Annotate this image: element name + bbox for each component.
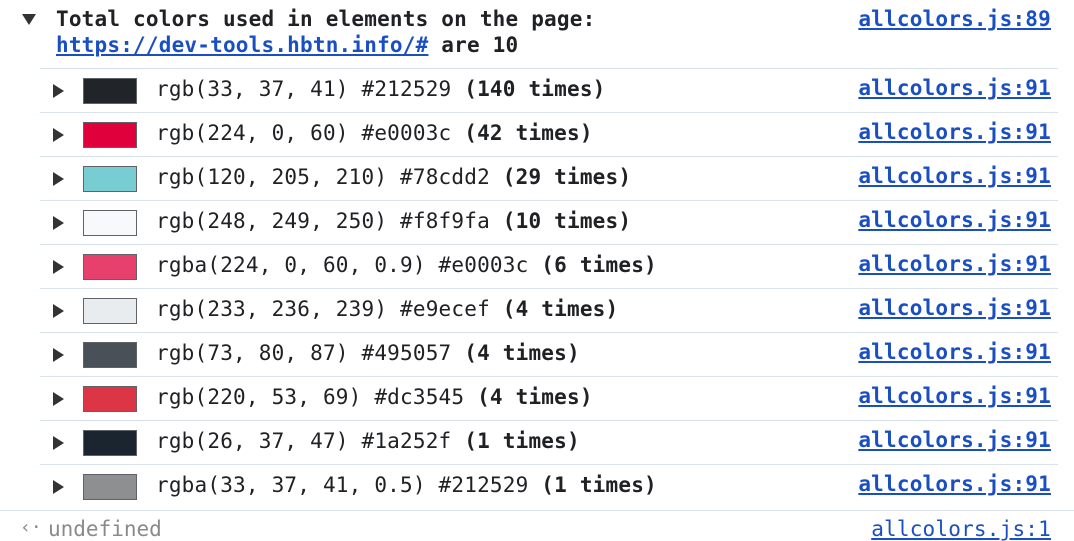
expand-triangle-icon[interactable] xyxy=(53,260,64,274)
source-link[interactable]: allcolors.js:91 xyxy=(858,252,1051,276)
color-value: rgb(248, 249, 250) #f8f9fa xyxy=(156,209,503,233)
color-value: rgb(120, 205, 210) #78cdd2 xyxy=(156,165,503,189)
expand-triangle-icon[interactable] xyxy=(53,436,64,450)
color-text: rgb(120, 205, 210) #78cdd2 (29 times) xyxy=(156,165,631,189)
color-value: rgb(73, 80, 87) #495057 xyxy=(156,341,465,365)
color-row[interactable]: rgb(26, 37, 47) #1a252f (1 times) allcolo… xyxy=(40,420,1058,464)
console-group-header[interactable]: Total colors used in elements on the pag… xyxy=(0,0,1074,68)
expand-triangle-icon[interactable] xyxy=(53,304,64,318)
expand-triangle-icon[interactable] xyxy=(53,84,64,98)
color-swatch xyxy=(83,342,137,368)
color-value: rgba(33, 37, 41, 0.5) #212529 xyxy=(156,473,542,497)
color-value: rgb(26, 37, 47) #1a252f xyxy=(156,429,465,453)
color-text: rgb(248, 249, 250) #f8f9fa (10 times) xyxy=(156,209,631,233)
return-value-icon: ‹· xyxy=(20,517,42,538)
expand-triangle-icon[interactable] xyxy=(53,216,64,230)
source-link[interactable]: allcolors.js:91 xyxy=(858,164,1051,188)
color-text: rgba(33, 37, 41, 0.5) #212529 (1 times) xyxy=(156,473,657,497)
color-row[interactable]: rgb(233, 236, 239) #e9ecef (4 times) allc… xyxy=(40,288,1058,332)
source-link[interactable]: allcolors.js:91 xyxy=(858,208,1051,232)
color-swatch xyxy=(83,254,137,280)
source-link[interactable]: allcolors.js:91 xyxy=(858,120,1051,144)
color-swatch xyxy=(83,122,137,148)
expand-triangle-icon[interactable] xyxy=(53,128,64,142)
color-count: (29 times) xyxy=(502,165,632,189)
color-swatch xyxy=(83,210,137,236)
color-count: (4 times) xyxy=(502,297,619,321)
color-text: rgb(26, 37, 47) #1a252f (1 times) xyxy=(156,429,580,453)
color-row[interactable]: rgb(220, 53, 69) #dc3545 (4 times) allcol… xyxy=(40,376,1058,420)
source-link[interactable]: allcolors.js:91 xyxy=(858,296,1051,320)
page-url-link[interactable]: https://dev-tools.hbtn.info/# xyxy=(56,33,428,57)
color-count: (6 times) xyxy=(541,253,657,277)
color-value: rgb(224, 0, 60) #e0003c xyxy=(156,121,465,145)
color-text: rgb(220, 53, 69) #dc3545 (4 times) xyxy=(156,385,593,409)
color-value: rgba(224, 0, 60, 0.9) #e0003c xyxy=(156,253,542,277)
color-row[interactable]: rgb(33, 37, 41) #212529 (140 times) allco… xyxy=(40,68,1058,112)
group-title-suffix: are 10 xyxy=(428,33,519,57)
color-value: rgb(220, 53, 69) #dc3545 xyxy=(156,385,478,409)
color-row[interactable]: rgb(73, 80, 87) #495057 (4 times) allcolo… xyxy=(40,332,1058,376)
source-link[interactable]: allcolors.js:91 xyxy=(858,384,1051,408)
color-text: rgb(73, 80, 87) #495057 (4 times) xyxy=(156,341,580,365)
source-link[interactable]: allcolors.js:91 xyxy=(858,340,1051,364)
color-count: (1 times) xyxy=(464,429,580,453)
color-swatch xyxy=(83,474,137,500)
color-row[interactable]: rgb(248, 249, 250) #f8f9fa (10 times) all… xyxy=(40,200,1058,244)
collapse-triangle-icon[interactable] xyxy=(22,14,36,25)
color-text: rgb(233, 236, 239) #e9ecef (4 times) xyxy=(156,297,618,321)
color-row[interactable]: rgba(33, 37, 41, 0.5) #212529 (1 times) a… xyxy=(40,464,1058,508)
source-link[interactable]: allcolors.js:91 xyxy=(858,76,1051,100)
color-row[interactable]: rgb(120, 205, 210) #78cdd2 (29 times) all… xyxy=(40,156,1058,200)
expand-triangle-icon[interactable] xyxy=(53,348,64,362)
color-swatch xyxy=(83,386,137,412)
group-title-line1: Total colors used in elements on the pag… xyxy=(56,7,596,31)
color-swatch xyxy=(83,78,137,104)
color-text: rgb(33, 37, 41) #212529 (140 times) xyxy=(156,77,606,101)
console-result-row: ‹· undefined allcolors.js:1 xyxy=(0,510,1074,541)
color-count: (4 times) xyxy=(464,341,580,365)
color-swatch xyxy=(83,166,137,192)
source-link[interactable]: allcolors.js:1 xyxy=(871,517,1051,541)
return-value: undefined xyxy=(48,517,162,541)
color-text: rgba(224, 0, 60, 0.9) #e0003c (6 times) xyxy=(156,253,657,277)
color-count: (4 times) xyxy=(477,385,593,409)
color-row[interactable]: rgb(224, 0, 60) #e0003c (42 times) allcol… xyxy=(40,112,1058,156)
source-link[interactable]: allcolors.js:89 xyxy=(858,7,1051,31)
color-count: (1 times) xyxy=(541,473,657,497)
color-count: (42 times) xyxy=(464,121,593,145)
color-list: rgb(33, 37, 41) #212529 (140 times) allco… xyxy=(0,68,1074,508)
group-title: Total colors used in elements on the pag… xyxy=(56,6,595,58)
color-text: rgb(224, 0, 60) #e0003c (42 times) xyxy=(156,121,593,145)
color-count: (10 times) xyxy=(502,209,632,233)
expand-triangle-icon[interactable] xyxy=(53,480,64,494)
color-swatch xyxy=(83,298,137,324)
source-link[interactable]: allcolors.js:91 xyxy=(858,428,1051,452)
color-value: rgb(233, 236, 239) #e9ecef xyxy=(156,297,503,321)
color-count: (140 times) xyxy=(464,77,606,101)
color-row[interactable]: rgba(224, 0, 60, 0.9) #e0003c (6 times) a… xyxy=(40,244,1058,288)
color-swatch xyxy=(83,430,137,456)
expand-triangle-icon[interactable] xyxy=(53,172,64,186)
expand-triangle-icon[interactable] xyxy=(53,392,64,406)
color-value: rgb(33, 37, 41) #212529 xyxy=(156,77,465,101)
source-link[interactable]: allcolors.js:91 xyxy=(858,472,1051,496)
